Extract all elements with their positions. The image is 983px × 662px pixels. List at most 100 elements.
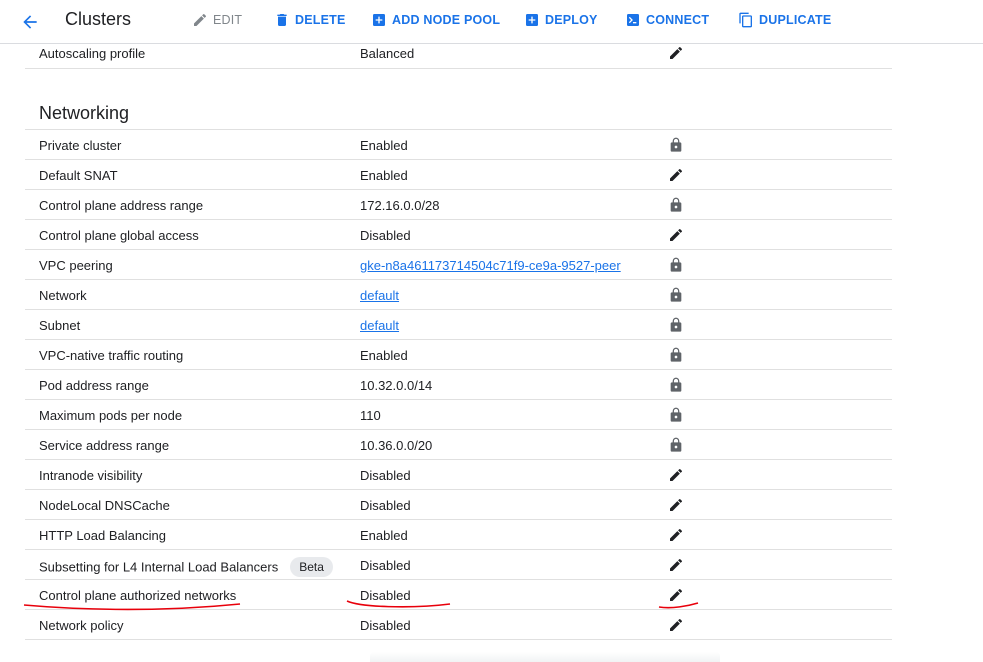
networking-section-header: Networking: [25, 94, 892, 130]
edit-pencil-icon[interactable]: [668, 617, 684, 633]
lock-icon: [668, 197, 684, 213]
row-label-text: Subnet: [39, 318, 81, 333]
row-label: Private cluster: [39, 138, 121, 153]
row-value: Disabled: [360, 228, 411, 243]
detail-row-control-plane-authorized-networks: Control plane authorized networks Disable…: [25, 580, 892, 610]
edit-pencil-icon[interactable]: [668, 167, 684, 183]
row-label: Subnet: [39, 318, 80, 333]
edit-pencil-icon[interactable]: [668, 227, 684, 243]
delete-button[interactable]: DELETE: [274, 10, 346, 30]
row-label: Intranode visibility: [39, 468, 142, 483]
row-label-text: NodeLocal DNSCache: [39, 498, 170, 513]
row-label: HTTP Load Balancing: [39, 528, 166, 543]
row-value-link[interactable]: default: [360, 288, 399, 303]
row-value: Disabled: [360, 498, 411, 513]
bottom-shadow: [370, 652, 720, 662]
row-value: Disabled: [360, 558, 411, 573]
detail-row-vpc-native-traffic-routing: VPC-native traffic routing Enabled: [25, 340, 892, 370]
detail-row-autoscaling-profile: Autoscaling profile Balanced: [25, 44, 892, 69]
detail-row-nodelocal-dnscache: NodeLocal DNSCache Disabled: [25, 490, 892, 520]
edit-button[interactable]: EDIT: [192, 10, 242, 30]
add-box-icon: [371, 12, 387, 28]
row-label-text: Subsetting for L4 Internal Load Balancer…: [39, 559, 279, 575]
detail-row-vpc-peering: VPC peering gke-n8a461173714504c71f9-ce9a…: [25, 250, 892, 280]
row-value: Enabled: [360, 528, 408, 543]
edit-pencil-icon[interactable]: [668, 45, 684, 61]
row-label-text: Default SNAT: [39, 168, 118, 183]
row-value: Enabled: [360, 138, 408, 153]
row-label: Autoscaling profile: [39, 46, 146, 61]
lock-icon: [668, 377, 684, 393]
detail-row-service-address-range: Service address range 10.36.0.0/20: [25, 430, 892, 460]
lock-icon: [668, 347, 684, 363]
row-value: Enabled: [360, 348, 408, 363]
networking-table: Private cluster Enabled Default SNAT Enable…: [25, 130, 892, 640]
connect-button-label: CONNECT: [646, 13, 710, 27]
edit-pencil-icon[interactable]: [668, 467, 684, 483]
page-title: Clusters: [65, 9, 132, 29]
detail-row-default-snat: Default SNAT Enabled: [25, 160, 892, 190]
edit-pencil-icon[interactable]: [668, 497, 684, 513]
row-label-text: Intranode visibility: [39, 468, 143, 483]
row-label-text: Service address range: [39, 438, 170, 453]
lock-icon: [668, 437, 684, 453]
edit-pencil-icon[interactable]: [668, 557, 684, 573]
detail-row-private-cluster: Private cluster Enabled: [25, 130, 892, 160]
row-label-text: VPC peering: [39, 258, 113, 273]
section-title: Networking: [39, 103, 130, 123]
row-label-text: Control plane authorized networks: [39, 588, 237, 603]
detail-row-intranode-visibility: Intranode visibility Disabled: [25, 460, 892, 490]
row-label: Control plane address range: [39, 198, 203, 213]
beta-badge: Beta: [290, 557, 333, 577]
row-label-text: VPC-native traffic routing: [39, 348, 184, 363]
row-label-text: Network: [39, 288, 87, 303]
top-toolbar: Clusters EDIT DELETE ADD NODE POOL DEPLO…: [0, 0, 983, 44]
lock-icon: [668, 317, 684, 333]
row-label-text: HTTP Load Balancing: [39, 528, 166, 543]
row-label-text: Control plane address range: [39, 198, 204, 213]
duplicate-button-label: DUPLICATE: [759, 13, 832, 27]
detail-row-pod-address-range: Pod address range 10.32.0.0/14: [25, 370, 892, 400]
row-value: Disabled: [360, 468, 411, 483]
row-label: Maximum pods per node: [39, 408, 182, 423]
row-label: Service address range: [39, 438, 169, 453]
add-box-icon: [524, 12, 540, 28]
row-value-link[interactable]: default: [360, 318, 399, 333]
row-label-text: Control plane global access: [39, 228, 199, 243]
deploy-button[interactable]: DEPLOY: [524, 10, 598, 30]
add-node-pool-label: ADD NODE POOL: [392, 13, 501, 27]
row-value: 172.16.0.0/28: [360, 198, 440, 213]
lock-icon: [668, 407, 684, 423]
row-value: 10.36.0.0/20: [360, 438, 433, 453]
deploy-button-label: DEPLOY: [545, 13, 598, 27]
row-label: VPC-native traffic routing: [39, 348, 183, 363]
edit-pencil-icon[interactable]: [668, 587, 684, 603]
detail-row-control-plane-global-access: Control plane global access Disabled: [25, 220, 892, 250]
back-button[interactable]: [16, 8, 44, 36]
row-label: Network policy: [39, 618, 124, 633]
connect-button[interactable]: CONNECT: [625, 10, 709, 30]
row-label: Network: [39, 288, 87, 303]
add-node-pool-button[interactable]: ADD NODE POOL: [371, 10, 500, 30]
edit-pencil-icon[interactable]: [668, 527, 684, 543]
row-value-link[interactable]: gke-n8a461173714504c71f9-ce9a-9527-peer: [360, 258, 621, 273]
detail-row-subnet: Subnet default: [25, 310, 892, 340]
detail-row-control-plane-address-range: Control plane address range 172.16.0.0/28: [25, 190, 892, 220]
arrow-back-icon: [23, 15, 37, 29]
row-value: Enabled: [360, 168, 408, 183]
duplicate-button[interactable]: DUPLICATE: [738, 10, 831, 30]
detail-row-subsetting-for-l4-internal-load-balancers: Subsetting for L4 Internal Load Balancer…: [25, 550, 892, 580]
delete-button-label: DELETE: [295, 13, 346, 27]
row-value: Disabled: [360, 618, 411, 633]
terminal-icon: [625, 12, 641, 28]
row-value: Disabled: [360, 588, 411, 603]
row-label: Control plane authorized networks: [39, 588, 236, 603]
pencil-icon: [192, 12, 208, 28]
cluster-details: Autoscaling profile Balanced Networking …: [25, 44, 892, 640]
lock-icon: [668, 137, 684, 153]
copy-icon: [738, 12, 754, 28]
detail-row-network-policy: Network policy Disabled: [25, 610, 892, 640]
row-label-text: Maximum pods per node: [39, 408, 183, 423]
trash-icon: [274, 12, 290, 28]
